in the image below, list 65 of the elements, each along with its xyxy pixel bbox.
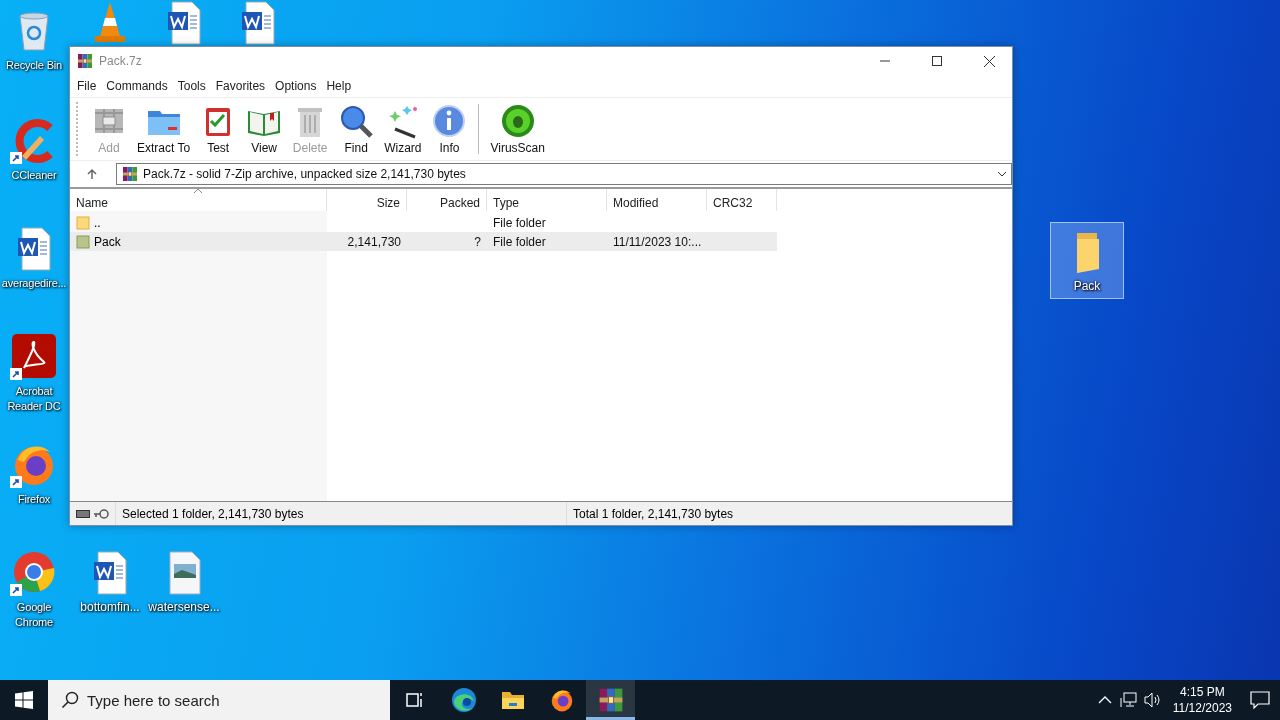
archive-icon bbox=[122, 166, 138, 182]
toolbar-button[interactable]: Find bbox=[333, 98, 380, 160]
drive-icon bbox=[76, 509, 90, 518]
image-file-icon bbox=[169, 551, 201, 595]
file-row[interactable]: .. File folder bbox=[70, 213, 777, 232]
toolbar-button[interactable]: Test bbox=[195, 98, 242, 160]
window-title: Pack.7z bbox=[99, 54, 143, 68]
document-icon bbox=[94, 551, 127, 595]
file-name: Pack bbox=[94, 234, 121, 249]
maximize-icon bbox=[932, 56, 942, 66]
close-icon bbox=[983, 55, 995, 67]
icon-label: watersense... bbox=[147, 600, 221, 615]
clock[interactable]: 4:15 PM 11/12/2023 bbox=[1164, 684, 1240, 716]
firefox-icon bbox=[15, 446, 53, 485]
search-field[interactable]: Type here to search bbox=[48, 680, 390, 720]
menu-item[interactable]: Favorites bbox=[210, 79, 271, 93]
status-text: Selected 1 folder, 2,141,730 bytes bbox=[122, 506, 304, 521]
status-text: Total 1 folder, 2,141,730 bytes bbox=[573, 506, 734, 521]
file-row[interactable]: Pack 2,141,730 ? File folder 11/11/2023 10:... bbox=[70, 232, 777, 251]
edge-icon bbox=[450, 687, 477, 713]
chrome-icon bbox=[14, 552, 55, 592]
toolbar-button[interactable]: Extract To bbox=[132, 98, 196, 160]
icon-label: averagedire... bbox=[0, 276, 68, 291]
icon-label: bottomfin... bbox=[79, 600, 141, 615]
menu-item[interactable]: Commands bbox=[101, 79, 173, 93]
menu-item[interactable]: Help bbox=[321, 79, 357, 93]
chevron-down-icon bbox=[997, 171, 1007, 177]
taskbar-button[interactable] bbox=[586, 680, 635, 720]
info-icon bbox=[431, 103, 468, 139]
icon-label: Acrobat Reader DC bbox=[6, 384, 62, 414]
desktop-icon[interactable]: Pack bbox=[1050, 222, 1124, 299]
search-icon bbox=[61, 691, 79, 709]
column-header[interactable]: Name bbox=[70, 189, 327, 211]
task-view-icon bbox=[404, 690, 425, 710]
up-arrow-icon bbox=[86, 168, 98, 180]
key-icon bbox=[93, 508, 109, 519]
table-cell: File folder bbox=[493, 234, 546, 249]
table-cell: File folder bbox=[493, 215, 546, 230]
recycle-bin-icon bbox=[19, 12, 49, 51]
toolbar-button[interactable]: VirusScan bbox=[485, 98, 550, 160]
menu-item[interactable]: File bbox=[72, 79, 102, 93]
pdf-icon bbox=[12, 334, 56, 378]
app-icon bbox=[77, 53, 93, 69]
menu-item[interactable]: Tools bbox=[172, 79, 211, 93]
magnifier-icon bbox=[338, 103, 375, 139]
address-field[interactable]: Pack.7z - solid 7-Zip archive, unpacked size 2,141,730 bytes bbox=[116, 163, 1012, 185]
broom-icon bbox=[15, 119, 53, 163]
toolbar-button[interactable]: View bbox=[241, 98, 288, 160]
table-cell: ? bbox=[474, 234, 481, 249]
icon-label: Pack bbox=[1072, 279, 1102, 294]
firefox-icon bbox=[551, 690, 572, 712]
sort-caret-icon bbox=[193, 188, 203, 194]
menu-item[interactable]: Options bbox=[270, 79, 322, 93]
file-name: .. bbox=[94, 215, 101, 230]
windows-logo-icon bbox=[15, 691, 33, 709]
icon-label: Recycle Bin bbox=[5, 58, 63, 73]
table-cell: 11/11/2023 10:... bbox=[613, 234, 702, 249]
table-cell: 2,141,730 bbox=[347, 234, 401, 249]
toolbar-button[interactable]: Wizard bbox=[379, 98, 427, 160]
icon-label: Google Chrome bbox=[14, 600, 54, 630]
document-icon bbox=[18, 227, 51, 271]
icon-label: CCleaner bbox=[10, 168, 58, 183]
toolbar-button[interactable]: Info bbox=[426, 98, 473, 160]
icon-label: Firefox bbox=[16, 492, 52, 507]
archive-icon bbox=[597, 686, 624, 713]
